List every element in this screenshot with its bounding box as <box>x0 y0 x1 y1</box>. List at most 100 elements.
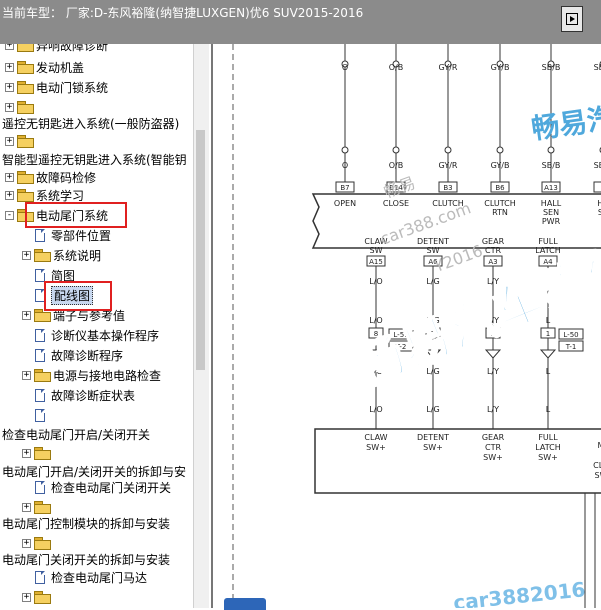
window-toggle-icon <box>566 13 578 25</box>
folder-icon <box>34 447 50 459</box>
expand-icon[interactable]: + <box>22 251 31 260</box>
switch-label: SW+ <box>538 453 558 462</box>
document-icon <box>35 481 45 494</box>
tree-item-label: 电动门锁系统 <box>36 79 108 96</box>
folder-icon <box>34 249 50 261</box>
document-icon <box>35 329 45 342</box>
folder-icon <box>17 189 33 201</box>
bottom-tab[interactable] <box>224 598 266 610</box>
tree-item-label: 故障码检修 <box>36 169 96 186</box>
wire-color-label: L/O <box>369 405 382 414</box>
tree-item-label: 诊断仪基本操作程序 <box>51 327 159 344</box>
document-icon <box>35 349 45 362</box>
tree-item[interactable]: 检查电动尾门关闭开关 <box>35 478 171 496</box>
wire-color-label: O <box>342 63 348 72</box>
document-icon <box>35 389 45 402</box>
folder-icon <box>17 171 33 183</box>
expand-icon[interactable]: + <box>22 449 31 458</box>
tree-item[interactable]: + <box>22 444 53 462</box>
scrollbar-thumb[interactable] <box>196 130 205 370</box>
pin-label: A13 <box>544 184 558 192</box>
tree-item[interactable]: 智能型遥控无钥匙进入系统(智能钥 <box>2 150 187 168</box>
connector-ref-label: L-50 <box>563 331 578 339</box>
module-pin-label: RTN <box>492 208 508 217</box>
tree-item-label: 故障诊断程序 <box>51 347 123 364</box>
pin-label: B7 <box>340 184 349 192</box>
tree-item[interactable]: +电源与接地电路检查 <box>22 366 161 384</box>
expand-icon[interactable]: + <box>5 103 14 112</box>
folder-icon <box>34 537 50 549</box>
folder-icon <box>34 501 50 513</box>
wire-terminal <box>393 147 399 153</box>
switch-label: FULL <box>538 433 558 442</box>
wire-color-label: O <box>342 161 348 170</box>
tree-item[interactable]: + 电动门锁系统 <box>5 78 108 96</box>
expand-icon[interactable]: + <box>22 311 31 320</box>
tree-item[interactable]: 检查电动尾门开启/关闭开关 <box>2 425 150 443</box>
module-pin-label: FULL <box>538 237 558 246</box>
expand-icon[interactable]: + <box>22 539 31 548</box>
switch-label: DETENT <box>417 433 449 442</box>
tree-item[interactable]: +发动机盖 <box>5 58 84 76</box>
tree-item[interactable]: 遥控无钥匙进入系统(一般防盗器) <box>2 114 179 132</box>
module-pin-label: CLUTCH <box>484 199 516 208</box>
tree-item-label: 系统学习 <box>36 187 84 204</box>
module-pin-label: HA <box>597 199 601 208</box>
tree-item[interactable]: + <box>22 588 53 606</box>
tree-item[interactable]: 故障诊断程序 <box>35 346 123 364</box>
expand-icon[interactable]: + <box>5 83 14 92</box>
tree-item[interactable]: + 异响故障诊断 <box>5 44 108 54</box>
wire-color-label: L/G <box>426 405 439 414</box>
tree-item-label: 电动尾门关闭开关的拆卸与安装 <box>2 551 170 568</box>
folder-icon <box>17 135 33 147</box>
wire-color-label: L/O <box>369 277 382 286</box>
expand-icon[interactable]: + <box>22 593 31 602</box>
tree-item-label: 异响故障诊断 <box>36 44 108 54</box>
tree-item[interactable]: 电动尾门关闭开关的拆卸与安装 <box>2 550 170 568</box>
tree-item[interactable] <box>35 406 51 424</box>
tree-item-label: 检查电动尾门关闭开关 <box>51 479 171 496</box>
tree-item[interactable]: 故障诊断症状表 <box>35 386 135 404</box>
tree-item-label: 系统说明 <box>53 247 101 264</box>
wiring-diagram-pane: OOB7OPENO/BO/BB14CLOSEGY/RGY/RB3CLUTCHGY… <box>211 44 601 608</box>
tree-item[interactable]: + 故障码检修 <box>5 168 96 186</box>
tree-item[interactable]: 诊断仪基本操作程序 <box>35 326 159 344</box>
title-bar: 当前车型： 厂家:D-东风裕隆(纳智捷LUXGEN)优6 SUV2015-201… <box>0 0 601 44</box>
tree-item[interactable]: 检查电动尾门马达 <box>35 568 147 586</box>
connector-pin-label: 1 <box>546 330 550 338</box>
tree-item[interactable]: + 系统说明 <box>22 246 101 264</box>
expand-icon[interactable]: + <box>5 63 14 72</box>
expand-icon[interactable]: + <box>22 371 31 380</box>
wire-color-label: SB/B <box>542 161 561 170</box>
expand-icon[interactable]: + <box>22 503 31 512</box>
switch-label: CLA <box>593 461 601 470</box>
wire-color-label: GY/R <box>439 161 458 170</box>
expand-icon[interactable]: + <box>5 173 14 182</box>
tree-item[interactable]: 零部件位置 <box>35 226 111 244</box>
expand-icon[interactable]: + <box>5 191 14 200</box>
tree-item-label: 智能型遥控无钥匙进入系统(智能钥 <box>2 151 187 168</box>
collapse-icon[interactable]: - <box>5 211 14 220</box>
connector-ref-label: T-1 <box>565 343 577 351</box>
restore-window-button[interactable] <box>561 6 583 32</box>
wire-color-label: GY/B <box>491 63 510 72</box>
switch-label: LATCH <box>535 443 561 452</box>
wire-color-label: L <box>546 367 551 376</box>
module-pin-label: SW <box>370 246 383 255</box>
tree-item[interactable]: 电动尾门控制模块的拆卸与安装 <box>2 514 170 532</box>
wire-color-label: O/B <box>389 161 403 170</box>
tree-item-label: 检查电动尾门开启/关闭开关 <box>2 426 150 443</box>
module-pin-label: CTR <box>485 246 501 255</box>
folder-icon <box>17 101 33 113</box>
switch-label: SW+ <box>483 453 503 462</box>
document-icon <box>35 571 45 584</box>
wire-color-label: O/B <box>389 63 403 72</box>
pin-label: A15 <box>369 258 383 266</box>
tree-item[interactable]: + <box>5 132 36 150</box>
expand-icon[interactable]: + <box>5 44 14 50</box>
tree-item-label: 电动尾门开启/关闭开关的拆卸与安 <box>2 463 186 480</box>
expand-icon[interactable]: + <box>5 137 14 146</box>
tree-item-label: 电动尾门控制模块的拆卸与安装 <box>2 515 170 532</box>
wire-color-label: L/Y <box>487 367 499 376</box>
document-icon <box>35 269 45 282</box>
